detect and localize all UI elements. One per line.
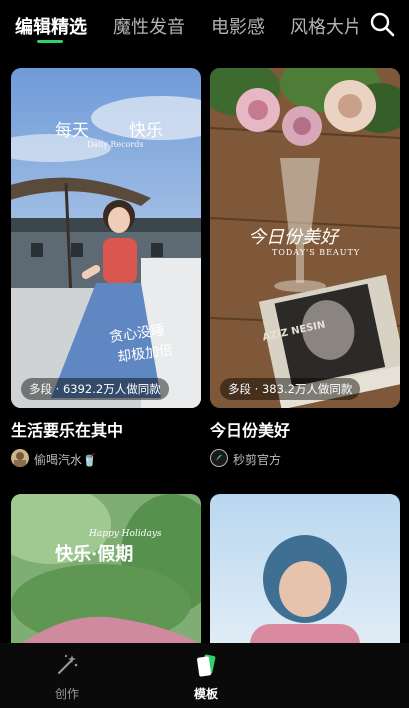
card-1-title[interactable]: 生活要乐在其中 [11,417,123,441]
card-1-stats: 多段 · 6392.2万人做同款 [21,378,169,400]
bottom-nav: 创作 模板 [0,643,409,708]
template-icon [197,654,216,677]
card-2-stats: 多段 · 383.2万人做同款 [220,378,361,400]
overlay-text-daily: 每天 [55,121,89,141]
overlay-text-happy: 快乐 [129,121,163,141]
tab-style-blockbuster[interactable]: 风格大片 [290,13,358,39]
overlay-text-todays-beauty: TODAY'S BEAUTY [272,248,361,257]
card-1-author[interactable]: 偷喝汽水🥤 [34,451,97,468]
template-card-1[interactable]: 每天 快乐 Daily Records 贪心没睡 却极加倍 多段 · 6392.… [11,68,201,408]
overlay-text-today: 今日份美好 [248,227,338,248]
overlay-text-happy-holidays: Happy Holidays [89,529,162,539]
card-4-photo [210,494,400,654]
magic-wand-icon [58,654,78,674]
active-tab-indicator [37,40,63,43]
card-3-photo [11,494,201,654]
overlay-text-holiday: 快乐·假期 [55,544,134,565]
tab-cinematic[interactable]: 电影感 [211,13,265,39]
author-avatar [11,449,29,467]
search-icon[interactable] [368,10,396,38]
template-card-4[interactable] [210,494,400,654]
template-card-2[interactable]: 今日份美好 TODAY'S BEAUTY AZIZ NESIN 多段 · 383… [210,68,400,408]
nav-label-create: 创作 [54,687,79,701]
official-avatar-icon [210,449,228,467]
nav-item-templates[interactable]: 模板 [166,643,246,708]
tab-magic-voice[interactable]: 魔性发音 [113,13,185,39]
card-2-author[interactable]: 秒剪官方 [233,451,281,468]
nav-item-create[interactable]: 创作 [27,643,107,708]
card-2-title[interactable]: 今日份美好 [210,417,290,441]
tab-editors-picks[interactable]: 编辑精选 [15,13,87,39]
top-tab-bar: 编辑精选 魔性发音 电影感 风格大片 [0,0,409,52]
nav-label-templates: 模板 [193,687,218,701]
template-card-3[interactable]: Happy Holidays 快乐·假期 [11,494,201,654]
overlay-text-daily-records: Daily Records [87,140,144,149]
